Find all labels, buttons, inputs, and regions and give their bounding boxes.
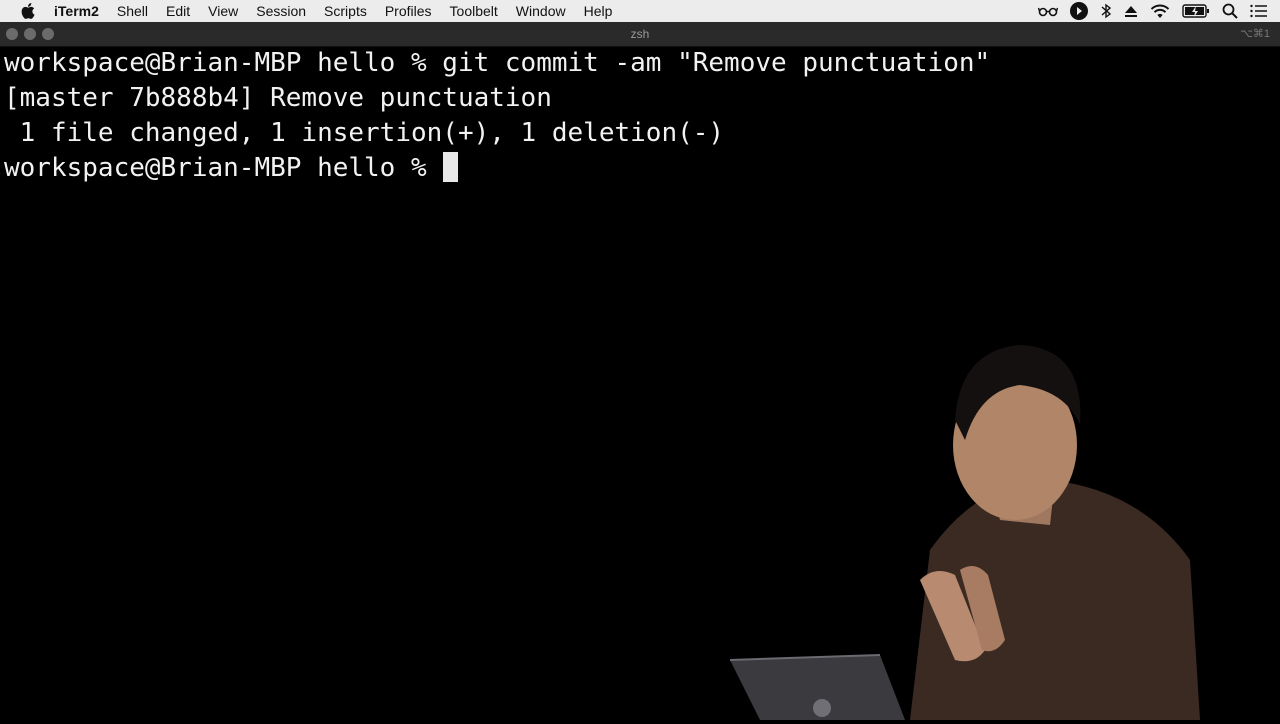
window-shortcut: ⌥⌘1 — [1240, 28, 1270, 40]
shell-prompt: workspace@Brian-MBP hello % — [4, 153, 427, 183]
terminal-line: 1 file changed, 1 insertion(+), 1 deleti… — [4, 118, 725, 148]
glasses-icon[interactable] — [1038, 5, 1058, 17]
eject-icon[interactable] — [1124, 4, 1138, 18]
wifi-icon[interactable] — [1150, 4, 1170, 19]
terminal-line: [master 7b888b4] Remove punctuation — [4, 83, 552, 113]
list-icon[interactable] — [1250, 4, 1268, 18]
play-icon[interactable] — [1070, 2, 1088, 20]
menu-scripts[interactable]: Scripts — [315, 0, 376, 22]
menu-profiles[interactable]: Profiles — [376, 0, 441, 22]
search-icon[interactable] — [1222, 3, 1238, 19]
menu-edit[interactable]: Edit — [157, 0, 199, 22]
terminal-line: workspace@Brian-MBP hello % git commit -… — [4, 48, 991, 78]
menu-shell[interactable]: Shell — [108, 0, 157, 22]
menu-view[interactable]: View — [199, 0, 247, 22]
status-area — [1038, 0, 1268, 22]
window-title: zsh — [630, 27, 650, 41]
menu-session[interactable]: Session — [247, 0, 315, 22]
menu-app-name[interactable]: iTerm2 — [54, 0, 108, 22]
menu-help[interactable]: Help — [575, 0, 622, 22]
text-cursor — [442, 152, 458, 182]
menu-bar: iTerm2 Shell Edit View Session Scripts P… — [0, 0, 1280, 22]
terminal-title-bar: zsh ⌥⌘1 — [0, 22, 1280, 47]
prompt-line[interactable]: workspace@Brian-MBP hello % — [4, 151, 1280, 186]
bluetooth-icon[interactable] — [1100, 3, 1112, 19]
menu-toolbelt[interactable]: Toolbelt — [441, 0, 507, 22]
battery-icon[interactable] — [1182, 4, 1210, 18]
presenter-video-overlay — [720, 330, 1240, 720]
apple-menu-icon[interactable] — [21, 3, 35, 19]
menu-window[interactable]: Window — [507, 0, 575, 22]
